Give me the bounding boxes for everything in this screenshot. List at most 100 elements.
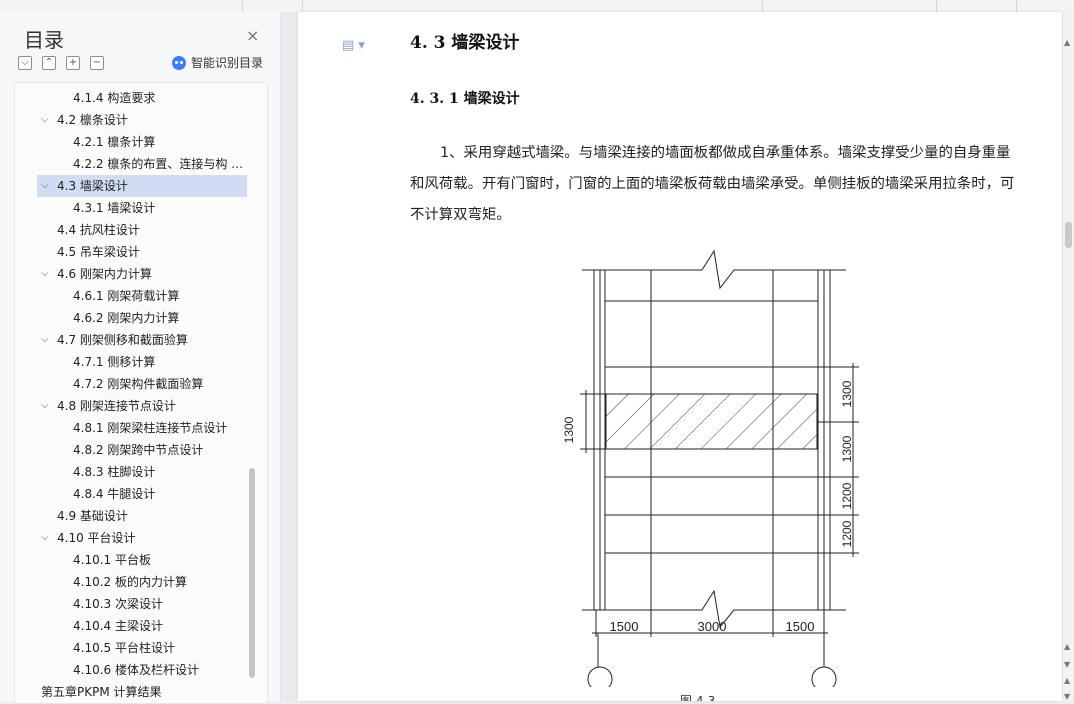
chevron-down-icon[interactable]: ⌵ bbox=[41, 329, 49, 351]
toc-item-label: 4.10.5 平台柱设计 bbox=[73, 641, 175, 655]
dim-left: 1300 bbox=[562, 416, 576, 443]
dim-right-3: 1200 bbox=[840, 482, 854, 509]
toc-item[interactable]: 4.10.6 楼体及栏杆设计 bbox=[15, 659, 267, 681]
chevron-down-icon[interactable]: ⌵ bbox=[41, 175, 49, 197]
add-heading-button[interactable]: + bbox=[66, 56, 80, 70]
toc-item[interactable]: 4.3.1 墙梁设计 bbox=[15, 197, 267, 219]
toc-item-label: 4.6 刚架内力计算 bbox=[57, 267, 152, 281]
chevron-down-icon[interactable]: ⌵ bbox=[41, 527, 49, 549]
dim-bottom-1: 1500 bbox=[610, 619, 639, 634]
toolbar-separator bbox=[302, 0, 303, 12]
scroll-down-icon[interactable]: ▼ bbox=[1064, 692, 1070, 701]
toc-item[interactable]: 4.9 基础设计 bbox=[15, 505, 267, 527]
toc-item[interactable]: 4.8.1 刚架梁柱连接节点设计 bbox=[15, 417, 267, 439]
toc-item-label: 4.2 檩条设计 bbox=[57, 113, 128, 127]
chevron-down-icon[interactable]: ⌵ bbox=[41, 109, 49, 131]
ai-assistant-icon bbox=[172, 55, 186, 70]
toc-item[interactable]: ⌵ 4.6 刚架内力计算 bbox=[15, 263, 267, 285]
section-heading: 4. 3 墙梁设计 bbox=[410, 33, 520, 53]
scroll-up-icon[interactable]: ▲ bbox=[1064, 642, 1070, 651]
document-page[interactable]: ▤ ▾ 4. 3 墙梁设计 4. 3. 1 墙梁设计 1、采用穿越式墙梁。与墙梁… bbox=[298, 12, 1062, 701]
toc-list[interactable]: 4.1.4 构造要求 ⌵ 4.2 檩条设计 4.2.1 檩条计算 4.2.2 檩条的布置… bbox=[14, 82, 268, 704]
toc-item[interactable]: 4.7.1 侧移计算 bbox=[15, 351, 267, 373]
toc-item[interactable]: 4.6.2 刚架内力计算 bbox=[15, 307, 267, 329]
scroll-down-icon[interactable]: ▼ bbox=[1064, 660, 1070, 669]
toc-item-label: 4.8.4 牛腿设计 bbox=[73, 487, 156, 501]
toc-item-label: 4.6.2 刚架内力计算 bbox=[73, 311, 180, 325]
toc-item[interactable]: 4.7.2 刚架构件截面验算 bbox=[15, 373, 267, 395]
toc-item-label: 4.2.1 檩条计算 bbox=[73, 135, 156, 149]
toc-item-label: 第五章PKPM 计算结果 bbox=[41, 685, 162, 699]
document-scrollbar[interactable]: ▲ ▲ ▼ ▲ ▼ bbox=[1063, 12, 1074, 701]
toc-scrollbar[interactable] bbox=[249, 468, 255, 678]
toc-item-label: 4.10.2 板的内力计算 bbox=[73, 575, 187, 589]
toc-item[interactable]: 4.6.1 刚架荷载计算 bbox=[15, 285, 267, 307]
toc-item[interactable]: 4.10.4 主梁设计 bbox=[15, 615, 267, 637]
toc-item[interactable]: 4.2.1 檩条计算 bbox=[15, 131, 267, 153]
dim-bottom-3: 1500 bbox=[786, 619, 815, 634]
smart-toc-label: 智能识别目录 bbox=[191, 56, 264, 70]
toc-item[interactable]: 4.5 吊车梁设计 bbox=[15, 241, 267, 263]
page-menu-icon[interactable]: ▤ ▾ bbox=[342, 38, 365, 53]
toc-item[interactable]: 4.1.4 构造要求 bbox=[15, 87, 267, 109]
axis-marker-left bbox=[587, 666, 613, 687]
scroll-up-icon[interactable]: ▲ bbox=[1064, 38, 1070, 47]
toc-item[interactable]: 第五章PKPM 计算结果 bbox=[15, 681, 267, 703]
toc-item[interactable]: 4.8.2 刚架跨中节点设计 bbox=[15, 439, 267, 461]
chevron-down-icon[interactable]: ⌵ bbox=[41, 395, 49, 417]
toc-item-label: 4.3.1 墙梁设计 bbox=[73, 201, 156, 215]
toc-item-label: 4.4 抗风柱设计 bbox=[57, 223, 140, 237]
dim-bottom-2: 3000 bbox=[698, 619, 727, 634]
toc-item[interactable]: ⌵ 4.8 刚架连接节点设计 bbox=[15, 395, 267, 417]
top-break-line bbox=[582, 249, 846, 290]
toc-item[interactable]: 4.10.2 板的内力计算 bbox=[15, 571, 267, 593]
toc-item[interactable]: ⌵ 4.3 墙梁设计 bbox=[37, 175, 247, 197]
wall-beam-drawing: 1500 3000 1500 1300 1300 1300 1200 1200 bbox=[562, 249, 859, 687]
window-opening bbox=[605, 393, 818, 450]
toc-item-label: 4.8.1 刚架梁柱连接节点设计 bbox=[73, 421, 228, 435]
toc-item-label: 4.8.2 刚架跨中节点设计 bbox=[73, 443, 204, 457]
toc-item-label: 4.1.4 构造要求 bbox=[73, 91, 156, 105]
toc-item-label: 4.10.1 平台板 bbox=[73, 553, 151, 567]
toc-item-label: 4.9 基础设计 bbox=[57, 509, 128, 523]
toc-item-label: 4.10.3 次梁设计 bbox=[73, 597, 163, 611]
toolbar-separator bbox=[1016, 0, 1017, 12]
toolbar-separator bbox=[242, 0, 243, 12]
close-icon[interactable]: × bbox=[246, 26, 259, 45]
dim-right-2: 1300 bbox=[840, 435, 854, 462]
axis-marker-right bbox=[811, 666, 837, 687]
dim-right-4: 1200 bbox=[840, 520, 854, 547]
toc-item[interactable]: 4.4 抗风柱设计 bbox=[15, 219, 267, 241]
smart-toc-button[interactable]: 智能识别目录 bbox=[172, 54, 263, 71]
toc-item-label: 4.2.2 檩条的布置、连接与构 … bbox=[73, 157, 244, 171]
scroll-up-icon[interactable]: ▲ bbox=[1064, 676, 1070, 685]
toc-item-label: 4.8 刚架连接节点设计 bbox=[57, 399, 176, 413]
toc-item-label: 4.10.6 楼体及栏杆设计 bbox=[73, 663, 199, 677]
subsection-heading: 4. 3. 1 墙梁设计 bbox=[410, 91, 520, 107]
toc-item[interactable]: 4.8.4 牛腿设计 bbox=[15, 483, 267, 505]
toc-item-label: 4.8.3 柱脚设计 bbox=[73, 465, 156, 479]
collapse-all-button[interactable]: ⌵ bbox=[18, 56, 32, 70]
toolbar-separator bbox=[762, 0, 763, 12]
toc-item-label: 4.5 吊车梁设计 bbox=[57, 245, 140, 259]
toc-title: 目录 bbox=[24, 28, 64, 52]
scroll-thumb[interactable] bbox=[1065, 222, 1072, 248]
remove-heading-button[interactable]: − bbox=[90, 56, 104, 70]
chevron-down-icon[interactable]: ⌵ bbox=[41, 263, 49, 285]
toc-item[interactable]: 4.10.5 平台柱设计 bbox=[15, 637, 267, 659]
expand-all-button[interactable]: ⌃ bbox=[42, 56, 56, 70]
toc-item[interactable]: ⌵ 4.2 檩条设计 bbox=[15, 109, 267, 131]
body-paragraph: 1、采用穿越式墙梁。与墙梁连接的墙面板都做成自承重体系。墙梁支撑受少量的自身重量… bbox=[410, 145, 1015, 223]
toc-item[interactable]: 4.8.3 柱脚设计 bbox=[15, 461, 267, 483]
toc-item[interactable]: ⌵ 4.10 平台设计 bbox=[15, 527, 267, 549]
toc-item[interactable]: 4.10.1 平台板 bbox=[15, 549, 267, 571]
toc-item[interactable]: ⌵ 4.7 刚架侧移和截面验算 bbox=[15, 329, 267, 351]
toc-item-label: 4.3 墙梁设计 bbox=[57, 179, 128, 193]
toc-item[interactable]: 4.2.2 檩条的布置、连接与构 … bbox=[15, 153, 267, 175]
toc-item-label: 4.7.2 刚架构件截面验算 bbox=[73, 377, 204, 391]
toc-item-label: 4.7 刚架侧移和截面验算 bbox=[57, 333, 188, 347]
toc-item-label: 4.10.4 主梁设计 bbox=[73, 619, 163, 633]
toc-item-label: 4.6.1 刚架荷载计算 bbox=[73, 289, 180, 303]
toc-item[interactable]: 4.10.3 次梁设计 bbox=[15, 593, 267, 615]
toc-panel: 目录 × ⌵ ⌃ + − 智能识别目录 4.1.4 构造要求 ⌵ 4.2 檩条设计 4… bbox=[0, 12, 281, 704]
